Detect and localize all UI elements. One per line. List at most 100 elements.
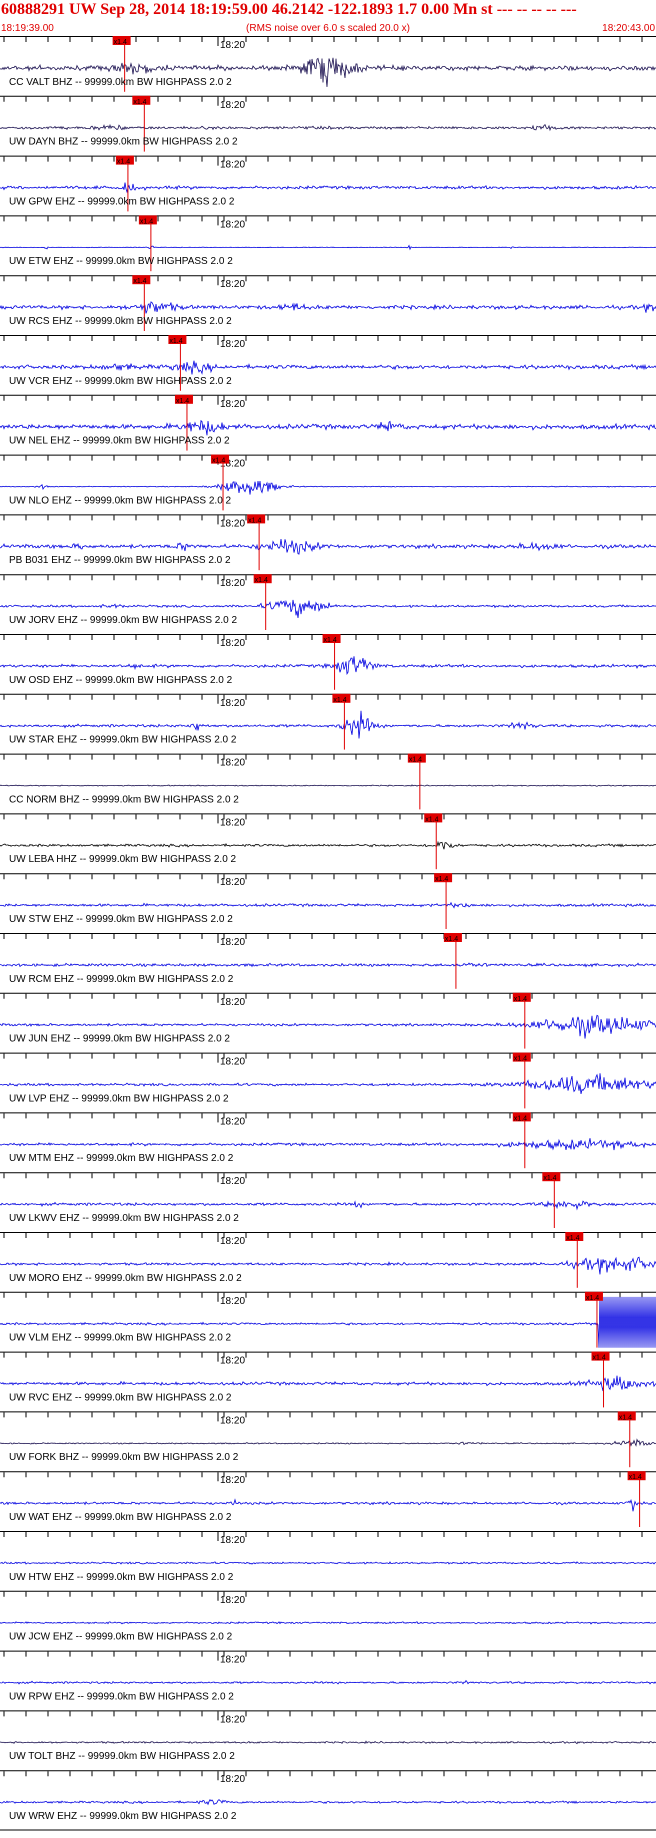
pick-label: x1.4 <box>117 159 130 166</box>
waveform-trace <box>0 480 656 495</box>
station-label: UW NEL EHZ -- 99999.0km BW HIGHPASS 2.0 … <box>9 436 230 447</box>
minute-tick-label: 18:20 <box>220 1296 245 1307</box>
time-ticks <box>3 336 643 341</box>
time-ticks <box>3 395 643 401</box>
seismogram-plot: 18:20 x1.4 CC VALT BHZ -- 99999.0km BW HIG… <box>0 36 656 1831</box>
pick-label: x1.4 <box>619 1414 632 1421</box>
station-label: UW WAT EHZ -- 99999.0km BW HIGHPASS 2.0 … <box>9 1512 232 1523</box>
station-label: UW DAYN BHZ -- 99999.0km BW HIGHPASS 2.0… <box>9 137 238 148</box>
time-ticks <box>3 455 643 461</box>
subheader: 18:19:39.00 (RMS noise over 6.0 s scaled… <box>0 22 656 36</box>
station-label: PB B031 EHZ -- 99999.0km BW HIGHPASS 2.0… <box>9 555 231 566</box>
minute-tick-label: 18:20 <box>220 1057 245 1068</box>
station-label: UW ETW EHZ -- 99999.0km BW HIGHPASS 2.0 … <box>9 256 233 267</box>
minute-tick-label: 18:20 <box>220 997 245 1008</box>
waveform-trace <box>0 1798 656 1806</box>
minute-tick-label: 18:20 <box>220 279 245 290</box>
time-ticks <box>3 1532 643 1537</box>
minute-tick-label: 18:20 <box>220 1774 245 1785</box>
pick-label: x1.4 <box>133 278 146 285</box>
pick-label: x1.4 <box>425 816 438 823</box>
pick-label: x1.4 <box>514 1056 527 1063</box>
time-ticks <box>3 1352 643 1358</box>
minute-tick-label: 18:20 <box>220 937 245 948</box>
pick-label: x1.4 <box>629 1474 642 1481</box>
station-label: UW RCS EHZ -- 99999.0km BW HIGHPASS 2.0 … <box>9 316 232 327</box>
waveform-trace <box>0 1621 656 1625</box>
time-ticks <box>3 276 643 282</box>
station-label: UW VCR EHZ -- 99999.0km BW HIGHPASS 2.0 … <box>9 376 232 387</box>
minute-tick-label: 18:20 <box>220 1415 245 1426</box>
station-label: CC VALT BHZ -- 99999.0km BW HIGHPASS 2.0… <box>9 77 232 88</box>
station-label: UW JCW EHZ -- 99999.0km BW HIGHPASS 2.0 … <box>9 1632 233 1643</box>
station-label: UW STAR EHZ -- 99999.0km BW HIGHPASS 2.0… <box>9 735 237 746</box>
time-ticks <box>3 1591 643 1597</box>
waveform-trace <box>0 784 656 787</box>
pick-label: x1.4 <box>114 39 127 46</box>
station-label: UW TOLT BHZ -- 99999.0km BW HIGHPASS 2.0… <box>9 1751 235 1762</box>
minute-tick-label: 18:20 <box>220 219 245 230</box>
time-ticks <box>3 1711 643 1717</box>
pick-label: x1.4 <box>586 1295 599 1302</box>
time-ticks <box>3 37 643 42</box>
minute-tick-label: 18:20 <box>220 877 245 888</box>
waveform-trace <box>0 1073 656 1094</box>
pick-label: x1.4 <box>248 517 261 524</box>
station-label: UW MORO EHZ -- 99999.0km BW HIGHPASS 2.0… <box>9 1273 242 1284</box>
pick-label: x1.4 <box>255 577 268 584</box>
time-ticks <box>3 575 643 581</box>
waveform-trace <box>0 360 656 375</box>
station-label: UW LVP EHZ -- 99999.0km BW HIGHPASS 2.0 … <box>9 1093 229 1104</box>
waveform-trace <box>0 1498 656 1512</box>
minute-tick-label: 18:20 <box>220 817 245 828</box>
minute-tick-label: 18:20 <box>220 1475 245 1486</box>
waveform-trace <box>0 539 656 555</box>
minute-tick-label: 18:20 <box>220 638 245 649</box>
time-ticks <box>3 1412 643 1418</box>
minute-tick-label: 18:20 <box>220 40 245 51</box>
waveform-trace <box>0 1438 656 1447</box>
waveform-trace <box>0 1740 656 1745</box>
time-ticks <box>3 874 643 880</box>
time-ticks <box>3 1651 643 1657</box>
time-ticks <box>3 1233 643 1238</box>
pick-label: x1.4 <box>514 996 527 1003</box>
station-label: UW STW EHZ -- 99999.0km BW HIGHPASS 2.0 … <box>9 914 233 925</box>
minute-tick-label: 18:20 <box>220 1595 245 1606</box>
pick-label: x1.4 <box>133 99 146 106</box>
pick-label: x1.4 <box>409 757 422 764</box>
minute-tick-label: 18:20 <box>220 1535 245 1546</box>
waveform-trace <box>0 301 656 314</box>
pick-label: x1.4 <box>435 876 448 883</box>
minute-tick-label: 18:20 <box>220 339 245 350</box>
minute-tick-label: 18:20 <box>220 100 245 111</box>
time-ticks <box>3 156 643 162</box>
time-ticks <box>3 216 643 222</box>
minute-tick-label: 18:20 <box>220 1714 245 1725</box>
minute-tick-label: 18:20 <box>220 578 245 589</box>
time-ticks <box>3 96 643 102</box>
end-time: 18:20:43.00 <box>602 23 655 34</box>
station-label: UW FORK BHZ -- 99999.0km BW HIGHPASS 2.0… <box>9 1452 239 1463</box>
pick-label: x1.4 <box>169 338 182 345</box>
station-label: UW LKWV EHZ -- 99999.0km BW HIGHPASS 2.0… <box>9 1213 239 1224</box>
station-label: UW RCM EHZ -- 99999.0km BW HIGHPASS 2.0 … <box>9 974 234 985</box>
waveform-trace <box>0 962 656 968</box>
minute-tick-label: 18:20 <box>220 1655 245 1666</box>
time-ticks <box>3 1472 643 1478</box>
pick-label: x1.4 <box>593 1355 606 1362</box>
time-ticks <box>3 754 643 760</box>
station-label: UW VLM EHZ -- 99999.0km BW HIGHPASS 2.0 … <box>9 1333 232 1344</box>
pick-label: x1.4 <box>543 1175 556 1182</box>
station-label: UW JUN EHZ -- 99999.0km BW HIGHPASS 2.0 … <box>9 1034 230 1045</box>
event-title: 60888291 UW Sep 28, 2014 18:19:59.00 46.… <box>1 1 577 18</box>
waveform-trace <box>0 840 656 850</box>
station-label: UW MTM EHZ -- 99999.0km BW HIGHPASS 2.0 … <box>9 1153 234 1164</box>
pick-label: x1.4 <box>212 458 225 465</box>
minute-tick-label: 18:20 <box>220 758 245 769</box>
time-ticks <box>3 1053 643 1059</box>
time-ticks <box>3 1113 643 1119</box>
pick-label: x1.4 <box>514 1115 527 1122</box>
station-label: UW JORV EHZ -- 99999.0km BW HIGHPASS 2.0… <box>9 615 237 626</box>
pick-label: x1.4 <box>445 936 458 943</box>
